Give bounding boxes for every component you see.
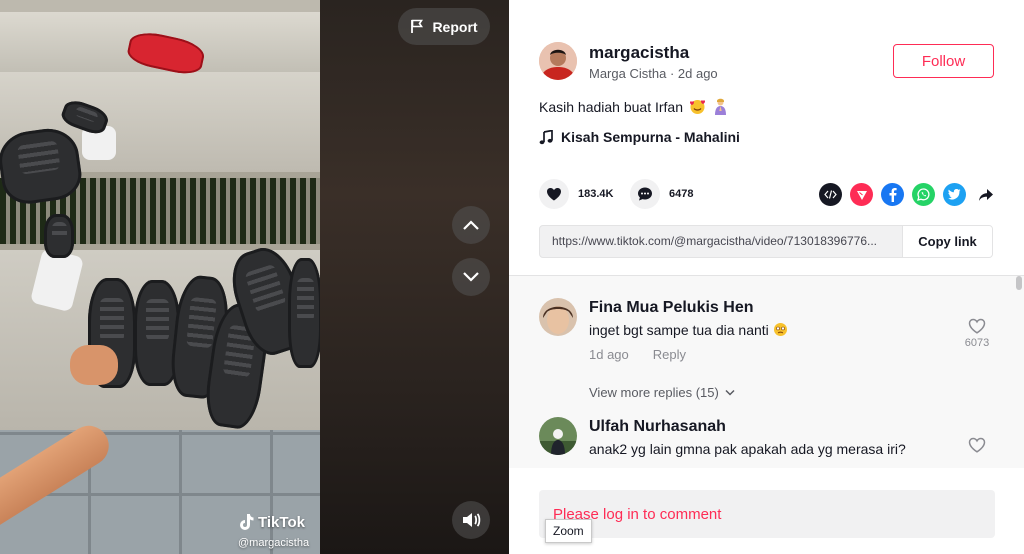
commenter-avatar[interactable] (539, 417, 577, 455)
music-note-icon (539, 129, 553, 144)
comment-button[interactable] (630, 179, 660, 209)
whatsapp-icon[interactable] (912, 183, 935, 206)
commenter-name[interactable]: Fina Mua Pelukis Hen (589, 299, 753, 317)
login-to-comment-box[interactable]: Please log in to comment (539, 490, 995, 538)
comment-bubble-icon (638, 187, 652, 201)
avatar-portrait (539, 417, 577, 455)
comment-like-count: 6073 (964, 337, 990, 349)
video-link-url[interactable]: https://www.tiktok.com/@margacistha/vide… (540, 226, 902, 257)
send-to-friends-icon[interactable] (850, 183, 873, 206)
separator-dot: · (669, 66, 678, 81)
music-link[interactable]: Kisah Sempurna - Mahalini (539, 129, 740, 145)
like-stat[interactable]: 183.4K (539, 179, 613, 209)
previous-video-button[interactable] (452, 206, 490, 244)
like-count: 183.4K (578, 188, 614, 200)
speaker-icon (463, 513, 481, 527)
watermark-username: @margacistha (238, 537, 310, 549)
smiling-face-with-hearts-icon (690, 100, 705, 114)
facebook-icon[interactable] (881, 183, 904, 206)
comment-text: anak2 yg lain gmna pak apakah ada yg mer… (589, 441, 906, 457)
comment-meta: 1d ago Reply (589, 347, 686, 362)
black-shoe (288, 258, 320, 368)
avatar-portrait (539, 298, 577, 336)
heart-outline-icon (968, 437, 986, 453)
comment-stat[interactable]: 6478 (630, 179, 693, 209)
video-player[interactable]: TikTok @margacistha Report (0, 0, 509, 554)
commenter-name[interactable]: Ulfah Nurhasanah (589, 418, 726, 436)
video-caption: Kasih hadiah buat Irfan (539, 98, 729, 115)
comment-scrollbar[interactable] (1016, 276, 1022, 468)
comment-list[interactable]: Fina Mua Pelukis Hen inget bgt sampe tua… (509, 275, 1024, 468)
copy-link-button[interactable]: Copy link (902, 226, 992, 257)
heart-outline-icon (968, 318, 986, 334)
twitter-icon[interactable] (943, 183, 966, 206)
report-button[interactable]: Report (398, 8, 490, 45)
like-button[interactable] (539, 179, 569, 209)
comment-time: 1d ago (589, 347, 629, 362)
video-frame[interactable]: TikTok @margacistha (0, 0, 320, 554)
next-video-button[interactable] (452, 258, 490, 296)
flag-icon (411, 19, 424, 33)
chevron-down-icon (725, 389, 735, 396)
tiktok-logo-icon (240, 514, 254, 530)
music-title: Kisah Sempurna - Mahalini (561, 129, 740, 145)
volume-button[interactable] (452, 501, 490, 539)
comment-like[interactable] (957, 437, 997, 456)
heart-icon (547, 188, 561, 201)
comment-text: inget bgt sampe tua dia nanti (589, 322, 788, 338)
black-sock (44, 214, 74, 258)
zoom-tooltip: Zoom (545, 519, 592, 543)
follow-button[interactable]: Follow (893, 44, 994, 78)
embed-icon[interactable] (819, 183, 842, 206)
post-time: 2d ago (677, 66, 718, 81)
author-display-name: Marga Cistha (589, 66, 667, 81)
chevron-up-icon (463, 220, 479, 230)
face-holding-back-tears-icon (773, 323, 787, 336)
avatar-portrait (539, 42, 577, 80)
video-link-box: https://www.tiktok.com/@margacistha/vide… (539, 225, 993, 258)
view-more-replies[interactable]: View more replies (15) (589, 385, 735, 400)
tiktok-video-page: TikTok @margacistha Report margacistha M… (0, 0, 1024, 554)
chevron-down-icon (463, 272, 479, 282)
author-avatar[interactable] (539, 42, 577, 80)
scroll-thumb[interactable] (1016, 276, 1022, 290)
commenter-avatar[interactable] (539, 298, 577, 336)
author-username[interactable]: margacistha (589, 43, 689, 63)
caption-text: Kasih hadiah buat Irfan (539, 98, 683, 115)
video-info-panel: margacistha Marga Cistha · 2d ago Follow… (509, 0, 1024, 554)
author-subtitle: Marga Cistha · 2d ago (589, 66, 718, 81)
woman-praying-icon (715, 98, 726, 115)
reply-button[interactable]: Reply (653, 347, 686, 362)
comment-like[interactable]: 6073 (957, 318, 997, 349)
hand (70, 345, 118, 385)
tiktok-watermark: TikTok (238, 513, 305, 531)
share-buttons (819, 183, 997, 206)
comment-count: 6478 (669, 188, 694, 200)
share-arrow-icon[interactable] (974, 183, 997, 206)
